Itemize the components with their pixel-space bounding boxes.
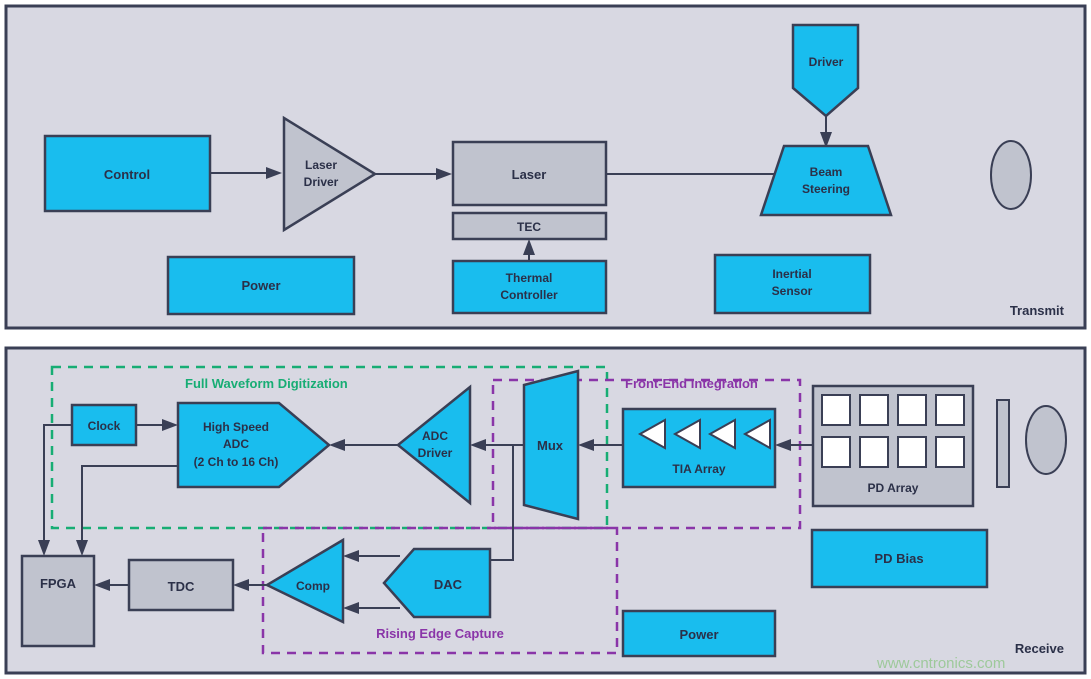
rx-filter-icon xyxy=(996,399,1010,488)
block-laser-driver-label-line1: Laser xyxy=(305,158,337,172)
block-thermal-controller-label-line2: Controller xyxy=(500,288,558,302)
tx-lens-icon xyxy=(990,140,1032,210)
block-tdc[interactable]: TDC xyxy=(127,558,235,612)
block-tec[interactable]: TEC xyxy=(451,211,608,241)
block-laser[interactable]: Laser xyxy=(451,140,608,207)
block-control[interactable]: Control xyxy=(43,134,212,213)
group-full-waveform-digitization-label: Full Waveform Digitization xyxy=(185,376,348,391)
block-dac-label: DAC xyxy=(434,577,463,592)
block-thermal-controller-label-line1: Thermal xyxy=(506,271,553,285)
receive-section-label: Receive xyxy=(1015,641,1064,656)
block-tia-array[interactable]: TIA Array xyxy=(621,407,777,489)
rx-lens-icon xyxy=(1025,405,1067,475)
block-high-speed-adc-label-line1: High Speed xyxy=(203,420,269,434)
block-fpga[interactable]: FPGA xyxy=(20,554,96,648)
block-pd-bias[interactable]: PD Bias xyxy=(810,528,989,589)
block-beam-steering-label-line1: Beam xyxy=(810,165,843,179)
block-pd-array-label: PD Array xyxy=(868,481,919,495)
block-beam-steering[interactable]: Beam Steering xyxy=(759,144,893,217)
block-power-transmit-label: Power xyxy=(241,278,280,293)
block-control-label: Control xyxy=(104,167,150,182)
block-power-transmit[interactable]: Power xyxy=(166,255,356,316)
receive-panel: Full Waveform Digitization Front-End Int… xyxy=(4,346,1087,675)
block-adc-driver-label-line2: Driver xyxy=(418,446,453,460)
block-thermal-controller[interactable]: Thermal Controller xyxy=(451,259,608,315)
block-driver-label: Driver xyxy=(809,55,844,69)
transmit-section-label: Transmit xyxy=(1010,303,1065,318)
watermark-text: www.cntronics.com xyxy=(876,655,1005,672)
block-adc-driver-label-line1: ADC xyxy=(422,429,448,443)
lidar-block-diagram: Control Laser Driver Laser TEC Thermal C… xyxy=(4,4,1087,675)
block-inertial-sensor-label-line2: Sensor xyxy=(772,284,813,298)
block-laser-label: Laser xyxy=(512,167,547,182)
block-tdc-label: TDC xyxy=(168,579,195,594)
block-clock-label: Clock xyxy=(88,419,121,433)
block-tia-array-label: TIA Array xyxy=(672,462,725,476)
transmit-panel: Control Laser Driver Laser TEC Thermal C… xyxy=(4,4,1087,330)
block-mux-label: Mux xyxy=(537,438,564,453)
diagram-canvas: Control Laser Driver Laser TEC Thermal C… xyxy=(0,0,1091,679)
block-inertial-sensor-label-line1: Inertial xyxy=(772,267,811,281)
group-rising-edge-capture-label: Rising Edge Capture xyxy=(376,626,504,641)
block-pd-bias-label: PD Bias xyxy=(874,551,923,566)
block-inertial-sensor[interactable]: Inertial Sensor xyxy=(713,253,872,315)
block-beam-steering-label-line2: Steering xyxy=(802,182,850,196)
block-comp-label: Comp xyxy=(296,579,330,593)
block-high-speed-adc-label-line2: ADC xyxy=(223,437,249,451)
block-power-receive[interactable]: Power xyxy=(621,609,777,658)
block-mux[interactable]: Mux xyxy=(522,369,580,521)
block-tec-label: TEC xyxy=(517,220,541,234)
block-clock[interactable]: Clock xyxy=(70,403,138,447)
group-front-end-integration-label: Front-End Integration xyxy=(625,376,758,391)
block-fpga-label: FPGA xyxy=(40,576,77,591)
block-power-receive-label: Power xyxy=(679,627,718,642)
block-high-speed-adc-label-line3: (2 Ch to 16 Ch) xyxy=(194,455,279,469)
block-laser-driver-label-line2: Driver xyxy=(304,175,339,189)
block-pd-array[interactable]: PD Array xyxy=(811,384,975,508)
